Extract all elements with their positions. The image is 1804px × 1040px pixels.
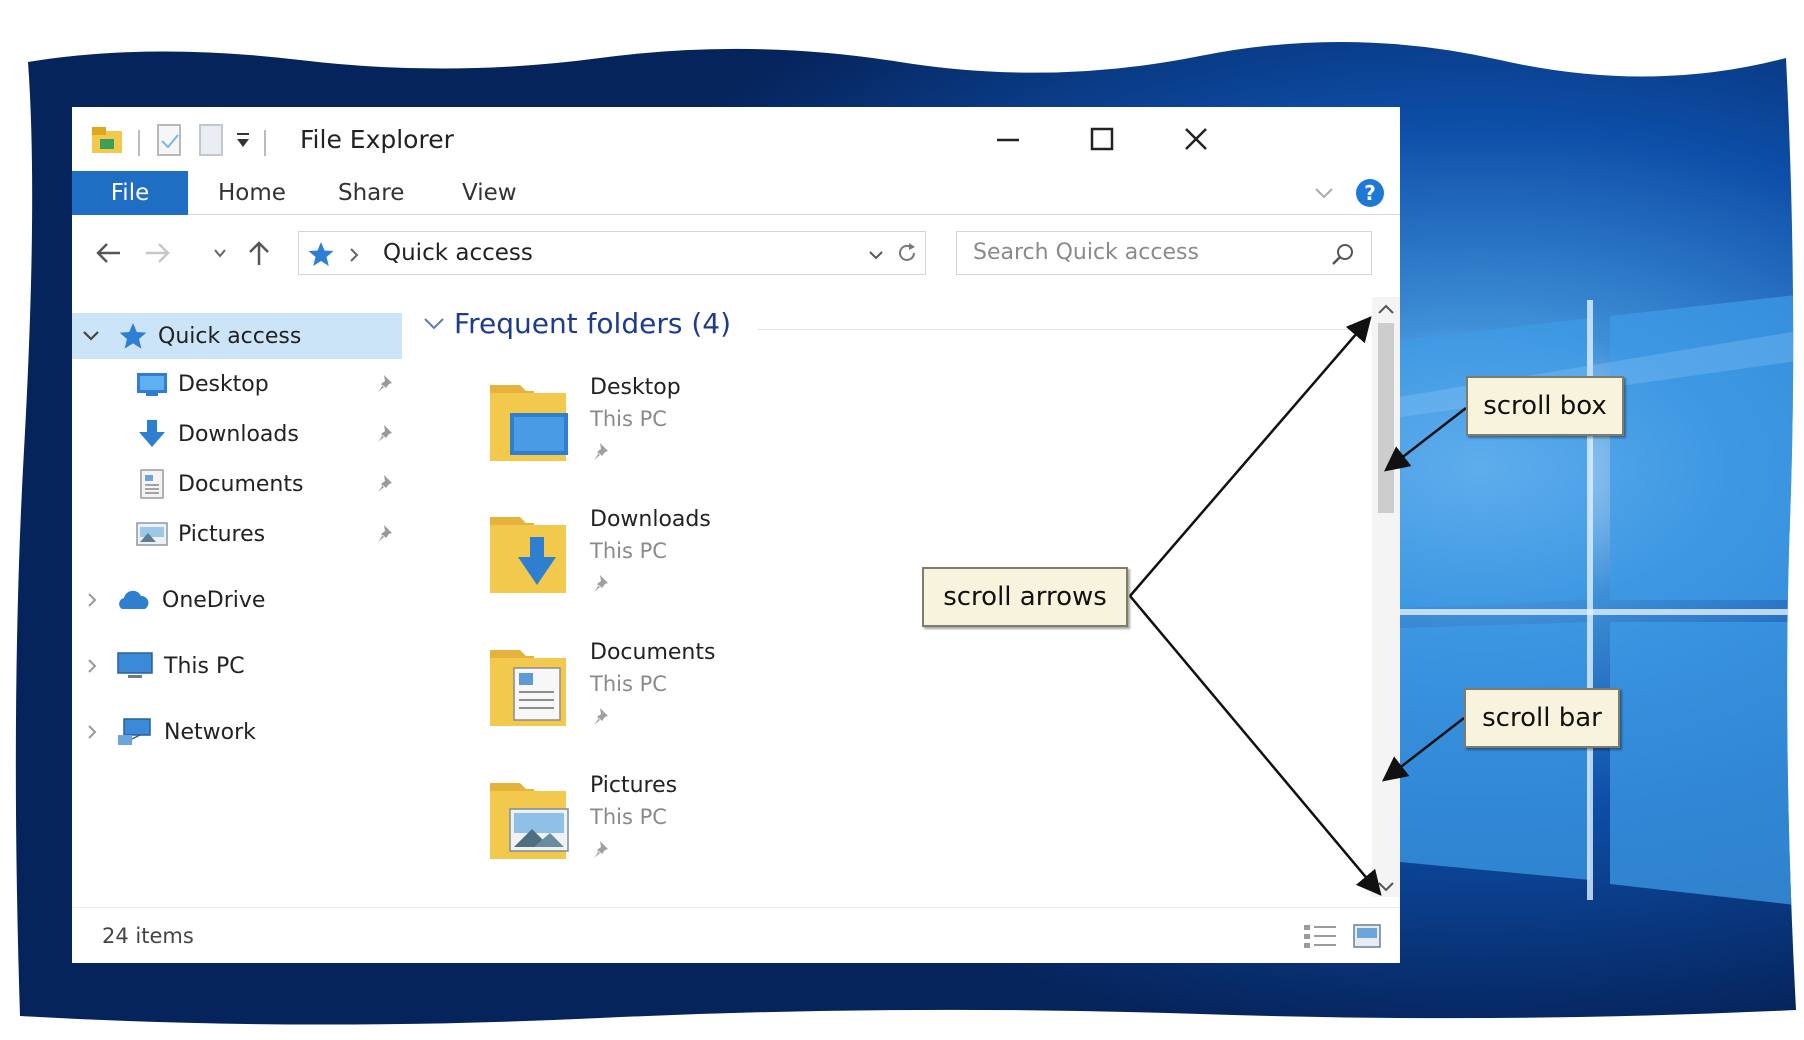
arrow-to-scroll-down <box>1129 595 1382 896</box>
callout-scroll-arrows: scroll arrows <box>922 567 1128 627</box>
callout-scroll-bar: scroll bar <box>1464 688 1620 748</box>
annotation-lines <box>1129 316 1467 896</box>
callout-scroll-box: scroll box <box>1466 376 1624 436</box>
arrow-to-scroll-bar <box>1382 717 1465 782</box>
arrow-to-scroll-box <box>1384 407 1467 472</box>
figure: File Explorer File Home Share View ? Qui… <box>0 0 1804 1040</box>
arrow-to-scroll-up <box>1129 316 1372 597</box>
